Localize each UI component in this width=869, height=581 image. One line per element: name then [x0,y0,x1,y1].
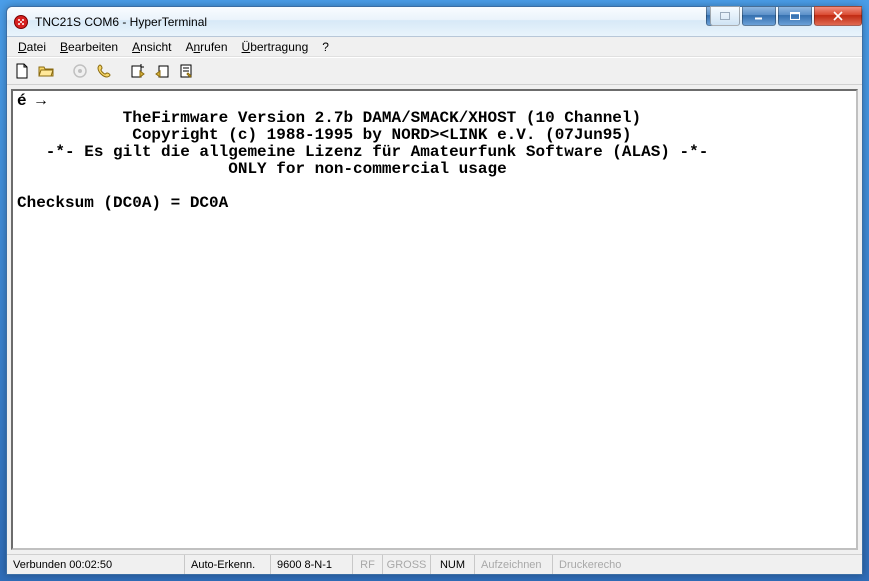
terminal-line: Checksum (DC0A) = DC0A [17,194,228,212]
statusbar: Verbunden 00:02:50 Auto-Erkenn. 9600 8-N… [7,554,862,574]
status-baud: 9600 8-N-1 [271,555,353,574]
send-file-icon[interactable] [127,60,149,82]
status-rf: RF [353,555,383,574]
close-button[interactable] [814,6,862,26]
app-window: TNC21S COM6 - HyperTerminal Datei Bearbe… [6,6,863,575]
titlebar: TNC21S COM6 - HyperTerminal [7,7,862,37]
window-controls [708,6,862,26]
properties-icon[interactable] [175,60,197,82]
terminal-output[interactable]: é → TheFirmware Version 2.7b DAMA/SMACK/… [11,89,858,550]
status-num: NUM [431,555,475,574]
open-folder-icon[interactable] [35,60,57,82]
menu-datei[interactable]: Datei [11,38,53,56]
terminal-line: TheFirmware Version 2.7b DAMA/SMACK/XHOS… [17,109,641,127]
app-icon [13,14,29,30]
receive-file-icon[interactable] [151,60,173,82]
menu-ansicht[interactable]: Ansicht [125,38,178,56]
toolbar [7,57,862,85]
terminal-line: -*- Es gilt die allgemeine Lizenz für Am… [17,143,708,161]
menu-anrufen[interactable]: Anrufen [178,38,234,56]
status-record: Aufzeichnen [475,555,553,574]
terminal-line: Copyright (c) 1988-1995 by NORD><LINK e.… [17,126,632,144]
maximize-button[interactable] [778,6,812,26]
connect-icon[interactable] [69,60,91,82]
new-file-icon[interactable] [11,60,33,82]
ghost-button[interactable] [710,6,740,26]
terminal-line: ONLY for non-commercial usage [17,160,507,178]
status-connection: Verbunden 00:02:50 [7,555,185,574]
menu-uebertragung[interactable]: Übertragung [235,38,316,56]
status-caps: GROSS [383,555,431,574]
menu-bearbeiten[interactable]: Bearbeiten [53,38,125,56]
content-area: é → TheFirmware Version 2.7b DAMA/SMACK/… [7,85,862,554]
status-detect: Auto-Erkenn. [185,555,271,574]
menubar: Datei Bearbeiten Ansicht Anrufen Übertra… [7,37,862,57]
status-echo: Druckerecho [553,555,862,574]
menu-help[interactable]: ? [315,38,336,56]
terminal-line: é → [17,92,46,110]
minimize-button[interactable] [742,6,776,26]
phone-icon[interactable] [93,60,115,82]
